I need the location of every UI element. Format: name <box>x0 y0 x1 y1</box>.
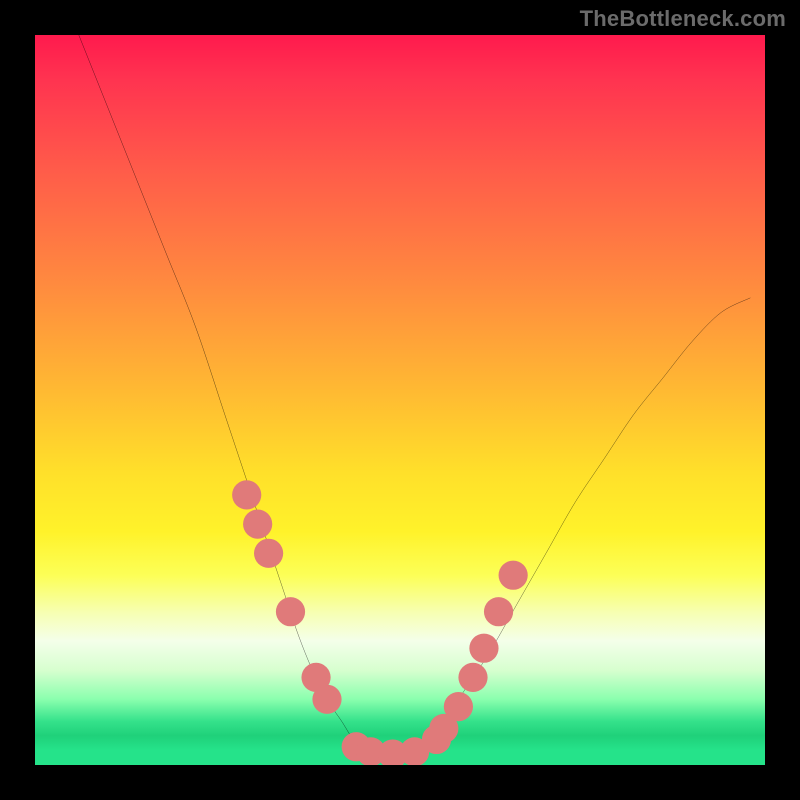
chart-svg <box>35 35 765 765</box>
chart-frame: TheBottleneck.com <box>0 0 800 800</box>
highlight-point <box>243 510 272 539</box>
highlight-point <box>276 597 305 626</box>
highlight-point <box>444 692 473 721</box>
highlight-point <box>458 663 487 692</box>
highlight-markers <box>232 480 528 765</box>
highlight-point <box>469 634 498 663</box>
highlight-point <box>232 480 261 509</box>
highlight-point <box>312 685 341 714</box>
plot-area <box>35 35 765 765</box>
highlight-point <box>484 597 513 626</box>
highlight-point <box>254 539 283 568</box>
bottleneck-curve <box>79 35 751 755</box>
watermark-text: TheBottleneck.com <box>580 6 786 32</box>
highlight-point <box>499 561 528 590</box>
